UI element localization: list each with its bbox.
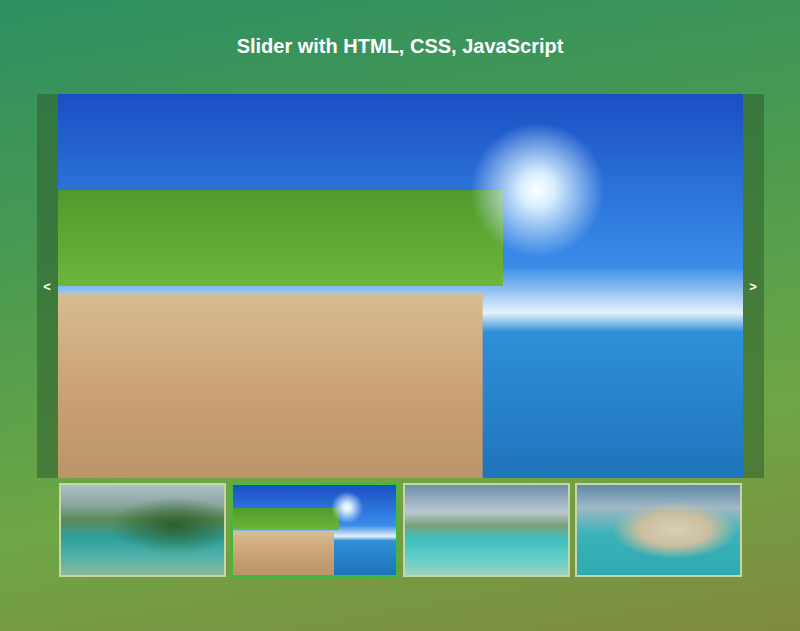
thumbnail[interactable] bbox=[403, 483, 570, 577]
page: Slider with HTML, CSS, JavaScript<> bbox=[0, 0, 800, 631]
thumbnail[interactable] bbox=[231, 483, 398, 577]
next-button[interactable]: > bbox=[743, 94, 764, 478]
page-title: Slider with HTML, CSS, JavaScript bbox=[237, 33, 564, 59]
thumbnail[interactable] bbox=[59, 483, 226, 577]
prev-button[interactable]: < bbox=[37, 94, 58, 478]
slider: <> bbox=[37, 94, 764, 478]
main-image bbox=[58, 94, 743, 478]
thumbnail[interactable] bbox=[575, 483, 742, 577]
thumbnail-row bbox=[59, 483, 742, 577]
